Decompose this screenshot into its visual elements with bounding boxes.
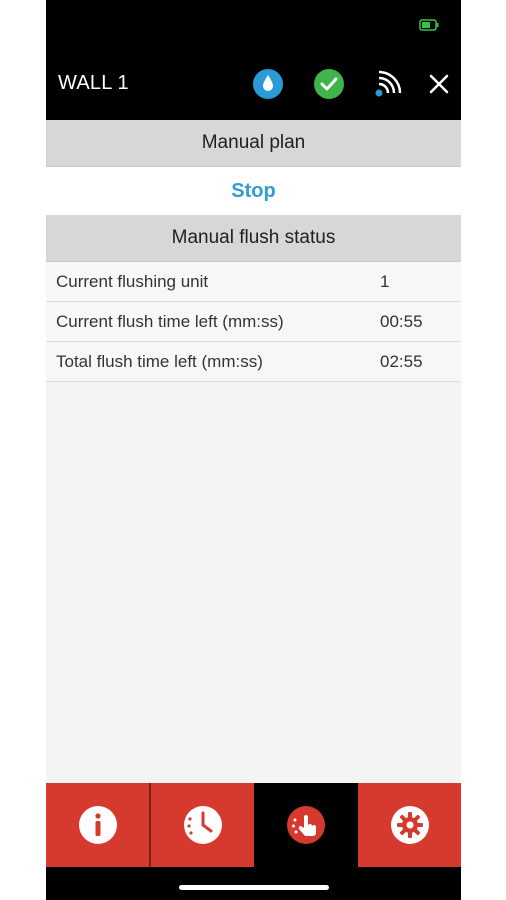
signal-icon[interactable]	[370, 66, 406, 102]
status-row-total-flush-time: Total flush time left (mm:ss) 02:55	[46, 342, 461, 382]
info-icon	[78, 806, 117, 844]
status-value: 1	[380, 272, 390, 291]
status-row-current-flush-time: Current flush time left (mm:ss) 00:55	[46, 302, 461, 342]
stop-button[interactable]: Stop	[46, 167, 461, 215]
close-icon[interactable]	[421, 66, 457, 102]
tab-info[interactable]	[46, 783, 149, 867]
bottom-tab-bar	[46, 783, 461, 867]
battery-icon	[419, 19, 439, 31]
home-indicator[interactable]	[179, 885, 329, 890]
content-area: Manual plan Stop Manual flush status Cur…	[46, 120, 461, 783]
phone-frame: WALL 1 Manual plan Stop Manual flush sta…	[46, 0, 461, 900]
status-bar	[46, 0, 461, 50]
gear-icon	[390, 806, 429, 844]
flush-status-heading: Manual flush status	[46, 215, 461, 262]
tab-settings[interactable]	[358, 783, 461, 867]
status-value: 00:55	[380, 312, 423, 331]
check-circle-icon[interactable]	[311, 66, 347, 102]
status-label: Total flush time left (mm:ss)	[56, 352, 263, 371]
manual-plan-heading: Manual plan	[46, 120, 461, 167]
page-title: WALL 1	[58, 72, 129, 94]
tab-schedule[interactable]	[151, 783, 254, 867]
manual-touch-icon	[287, 806, 325, 844]
app-header: WALL 1	[46, 50, 461, 120]
status-label: Current flushing unit	[56, 272, 209, 291]
water-drop-icon[interactable]	[250, 66, 286, 102]
clock-icon	[183, 806, 222, 844]
status-label: Current flush time left (mm:ss)	[56, 312, 284, 331]
status-row-flushing-unit: Current flushing unit 1	[46, 262, 461, 302]
status-value: 02:55	[380, 352, 423, 371]
tab-manual[interactable]	[254, 783, 358, 867]
